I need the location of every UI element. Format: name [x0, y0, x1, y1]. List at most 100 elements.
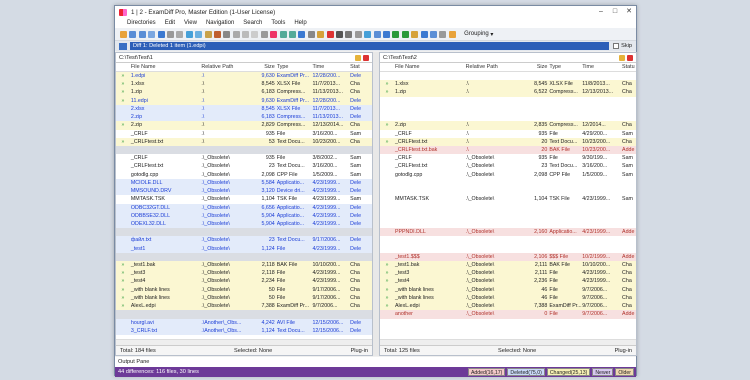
menu-tools[interactable]: Tools: [271, 20, 285, 26]
toolbar-button-icon[interactable]: [289, 30, 297, 38]
toolbar-button-icon[interactable]: [195, 30, 203, 38]
file-row[interactable]: » 2.zip .\ 2,829 Compress... 12/13/2014... Cha: [116, 121, 372, 130]
col-file-name[interactable]: File Name: [130, 64, 201, 70]
grouping-dropdown[interactable]: Grouping ▾: [464, 31, 493, 38]
open-icon[interactable]: [363, 55, 369, 61]
file-row[interactable]: [380, 72, 636, 80]
toolbar-button-icon[interactable]: [354, 30, 362, 38]
file-row[interactable]: hourgl.avi .\Another\_Obs... 4,242 AVI File…: [116, 318, 372, 327]
col-size[interactable]: Size: [256, 64, 277, 70]
file-row[interactable]: [380, 113, 636, 121]
toolbar-button-icon[interactable]: [345, 30, 353, 38]
file-row[interactable]: » _test4 .\_Obsolete\ 2,236 File 4/23/1999...…: [380, 277, 636, 286]
toolbar-button-icon[interactable]: [392, 30, 400, 38]
file-row[interactable]: _CRLF .\ 935 File 4/29/200... Sam: [380, 130, 636, 138]
toolbar-button-icon[interactable]: [420, 30, 428, 38]
menu-navigation[interactable]: Navigation: [206, 20, 234, 26]
toolbar-button-icon[interactable]: [411, 30, 419, 38]
toolbar-button-icon[interactable]: [439, 30, 447, 38]
file-row[interactable]: » _test1.bak .\_Obsolete\ 2,111 BAK File 10/1…: [380, 261, 636, 270]
toolbar-button-icon[interactable]: [176, 30, 184, 38]
folder-icon[interactable]: [619, 55, 625, 61]
file-row[interactable]: [116, 228, 372, 237]
file-row[interactable]: [380, 220, 636, 228]
file-row[interactable]: another .\_Obsolete\ 0 File 9/7/2006... Adde: [380, 310, 636, 319]
file-row[interactable]: » _test3 .\_Obsolete\ 2,111 File 4/23/1999...…: [380, 269, 636, 278]
file-row[interactable]: [380, 204, 636, 212]
file-row[interactable]: » 1.zip .\ 6,183 Compress... 11/13/2013... Cha: [116, 88, 372, 97]
toolbar-button-icon[interactable]: [251, 30, 259, 38]
toolbar-button-icon[interactable]: [166, 30, 174, 38]
file-row[interactable]: » _with blank lines .\_Obsolete\ 50 File 9/17…: [116, 285, 372, 294]
col-status[interactable]: Statu: [622, 64, 636, 70]
toolbar-button-icon[interactable]: [242, 30, 250, 38]
file-row[interactable]: [380, 212, 636, 220]
menu-view[interactable]: View: [184, 20, 197, 26]
menu-help[interactable]: Help: [294, 20, 306, 26]
toolbar-button-icon[interactable]: [364, 30, 372, 38]
toolbar-button-icon[interactable]: [157, 30, 165, 38]
file-row[interactable]: » 1.edpi .\ 9,630 ExamDiff Pr... 12/28/200...…: [116, 72, 372, 81]
file-row[interactable]: » _test1.bak .\_Obsolete\ 2,118 BAK File 10/1…: [116, 261, 372, 270]
maximize-icon[interactable]: □: [608, 6, 622, 18]
toolbar-button-icon[interactable]: [232, 30, 240, 38]
col-relative-path[interactable]: Relative Path: [201, 64, 256, 70]
toolbar-button-icon[interactable]: [326, 30, 334, 38]
left-path-bar[interactable]: C:\Test\Test\1: [116, 53, 372, 63]
file-row[interactable]: ODEXL32.DLL .\_Obsolete\ 5,904 Applicatio..…: [116, 219, 372, 229]
file-row[interactable]: _CRLF .\_Obsolete\ 935 File 9/30/199... Sam: [380, 154, 636, 162]
diff-nav-icon[interactable]: [119, 42, 127, 50]
file-row[interactable]: _CRLF .\ 935 File 3/16/200... Sam: [116, 130, 372, 138]
file-row[interactable]: » 1.xlsx .\ 8,545 XLSX File 11/7/2013... Cha: [116, 80, 372, 89]
file-row[interactable]: » _CRLFtest.txt .\ 20 Text Docu... 10/23/200.…: [380, 137, 636, 146]
file-row[interactable]: ODBBSE32.DLL .\_Obsolete\ 5,904 Applicatio.…: [116, 211, 372, 220]
col-time[interactable]: Time: [582, 64, 622, 70]
toolbar-button-icon[interactable]: [185, 30, 193, 38]
open-icon[interactable]: [627, 55, 633, 61]
file-row[interactable]: MCIOLE.DLL .\_Obsolete\ 5,584 Applicatio...…: [116, 178, 372, 188]
col-type[interactable]: Type: [549, 64, 582, 70]
skip-checkbox-box[interactable]: [613, 43, 620, 49]
right-plugin[interactable]: Plug-in: [615, 348, 632, 354]
file-row[interactable]: 3_CRLF.txt .\Another\_Obs... 1,124 Text Doc…: [116, 326, 372, 335]
file-row[interactable]: ODBC32GT.DLL .\_Obsolete\ 6,656 Applicatio.…: [116, 203, 372, 212]
file-row[interactable]: _CRLFtest.txt .\_Obsolete\ 23 Text Docu... 3…: [380, 162, 636, 170]
file-row[interactable]: gotodlg.cpp .\_Obsolete\ 2,098 CPP File 1/5/…: [116, 171, 372, 179]
output-pane[interactable]: Output Pane: [115, 357, 636, 367]
folder-icon[interactable]: [355, 55, 361, 61]
file-row[interactable]: » _with blank lines .\_Obsolete\ 50 File 9/17…: [116, 293, 372, 303]
file-row[interactable]: [380, 327, 636, 335]
col-time[interactable]: Time: [312, 64, 350, 70]
file-row[interactable]: » 11.edpi .\ 9,630 ExamDiff Pr... 12/28/200..…: [116, 96, 372, 105]
file-row[interactable]: [380, 179, 636, 187]
file-row[interactable]: » _CRLFtest.txt .\ 53 Text Docu... 10/23/200.…: [116, 137, 372, 146]
file-row[interactable]: 2.xlsx .\ 8,545 XLSX File 11/7/2013... Dele: [116, 104, 372, 114]
toolbar-button-icon[interactable]: [138, 30, 146, 38]
file-row[interactable]: [116, 252, 372, 262]
file-row[interactable]: [380, 319, 636, 327]
file-row[interactable]: _test1 .\_Obsolete\ 1,124 File 4/23/1999... D…: [116, 244, 372, 253]
file-row[interactable]: [380, 245, 636, 253]
file-row[interactable]: [116, 145, 372, 155]
toolbar-button-icon[interactable]: [448, 30, 456, 38]
file-row[interactable]: [380, 97, 636, 105]
right-path-bar[interactable]: C:\Test\Test\2: [380, 53, 636, 63]
file-row[interactable]: MMTASK.TSK .\_Obsolete\ 1,104 TSK File 4/23/…: [380, 195, 636, 203]
menu-search[interactable]: Search: [243, 20, 262, 26]
minimize-icon[interactable]: –: [594, 6, 608, 18]
toolbar-button-icon[interactable]: [298, 30, 306, 38]
toolbar-button-icon[interactable]: [120, 30, 127, 38]
file-row[interactable]: » 1.zip .\ 6,522 Compress... 12/13/2013... Cha: [380, 88, 636, 97]
toolbar-button-icon[interactable]: [429, 30, 437, 38]
toolbar-button-icon[interactable]: [335, 30, 343, 38]
toolbar-button-icon[interactable]: [307, 30, 315, 38]
file-row[interactable]: 2.zip .\ 6,183 Compress... 11/13/2013... Dele: [116, 113, 372, 122]
toolbar-button-icon[interactable]: [317, 30, 325, 38]
file-row[interactable]: _CRLF .\_Obsolete\ 935 File 3/8/2002... Sam: [116, 154, 372, 162]
file-row[interactable]: [116, 310, 372, 319]
col-type[interactable]: Type: [277, 64, 313, 70]
file-row[interactable]: [380, 236, 636, 244]
toolbar-button-icon[interactable]: [204, 30, 212, 38]
file-row[interactable]: _CRLFtest.txt.bak .\ 20 BAK File 10/23/200..…: [380, 145, 636, 155]
file-row[interactable]: » 1.xlsx .\ 8,545 XLSX File 11/8/2013... Cha: [380, 80, 636, 89]
